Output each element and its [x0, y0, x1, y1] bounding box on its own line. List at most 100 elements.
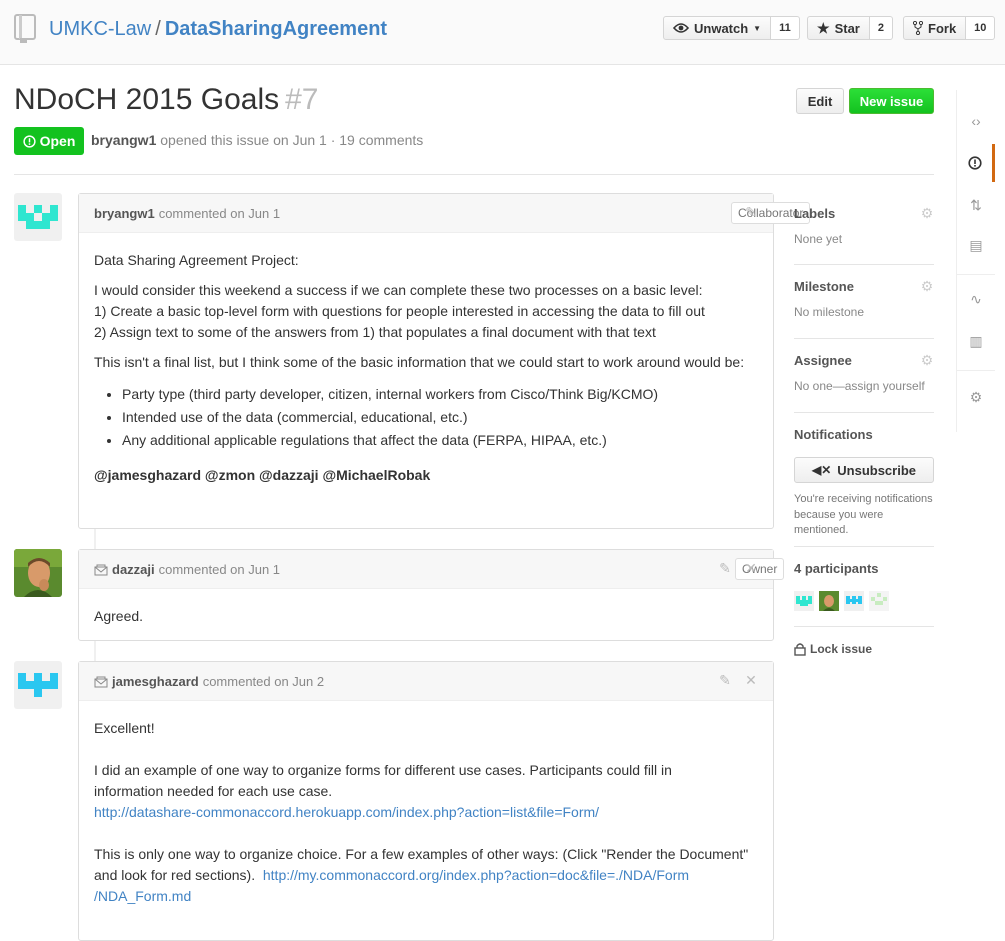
comment-author[interactable]: dazzaji — [112, 562, 155, 577]
comment-link[interactable]: /NDA_Form.md — [94, 888, 191, 904]
sidebar-labels: Labels ⚙ None yet — [794, 206, 934, 246]
sidebar-divider — [794, 546, 934, 547]
edit-button[interactable]: Edit — [796, 88, 844, 114]
unsubscribe-label: Unsubscribe — [837, 462, 917, 478]
comment-link[interactable]: http://datashare-commonaccord.herokuapp.… — [94, 804, 599, 820]
new-issue-button[interactable]: New issue — [849, 88, 934, 114]
identicon-icon — [14, 661, 62, 709]
star-label: Star — [834, 20, 860, 36]
watchers-count[interactable]: 11 — [771, 16, 800, 40]
forks-count[interactable]: 10 — [966, 16, 996, 40]
nav-divider — [957, 274, 995, 275]
labels-heading: Labels — [794, 206, 836, 221]
status-badge: Open — [14, 127, 84, 155]
comment-action[interactable]: commented on Jun 1 — [159, 562, 280, 577]
settings-icon[interactable]: ⚙ — [957, 378, 995, 416]
comment-byline: dazzaji commented on Jun 1 — [94, 562, 280, 577]
repo-separator: / — [155, 18, 161, 40]
unsubscribe-button[interactable]: ◀✕ Unsubscribe — [794, 457, 934, 483]
issue-opened-icon — [22, 134, 36, 148]
pencil-icon[interactable]: ✎ — [717, 672, 733, 688]
notifications-note: You're receiving notifications because y… — [794, 493, 933, 536]
star-group: ★ Star 2 — [807, 16, 893, 40]
comment-paragraph: Data Sharing Agreement Project: — [94, 252, 299, 268]
comment-byline: jamesghazard commented on Jun 2 — [94, 674, 324, 689]
avatar[interactable] — [14, 661, 62, 709]
comment-action[interactable]: commented on Jun 2 — [203, 674, 324, 689]
milestone-value: No milestone — [794, 305, 865, 319]
issue-number: #7 — [285, 83, 319, 116]
repo-title: UMKC-Law / DataSharingAgreement — [49, 16, 387, 42]
labels-value: None yet — [794, 232, 843, 246]
participants-heading: 4 participants — [794, 561, 879, 576]
pencil-icon[interactable]: ✎ — [743, 204, 759, 220]
issue-author[interactable]: bryangw1 — [91, 132, 156, 148]
gear-icon[interactable]: ⚙ — [920, 206, 934, 220]
comment-paragraph: 2) Assign text to some of the answers fr… — [94, 324, 656, 340]
assignee-value[interactable]: No one—assign yourself — [794, 379, 934, 393]
sidebar-notifications: Notifications ◀✕ Unsubscribe You're rece… — [794, 427, 934, 539]
comment-paragraph: Excellent! — [94, 720, 155, 736]
fork-button[interactable]: Fork — [903, 16, 967, 40]
avatar[interactable] — [818, 591, 839, 611]
repo-owner-link[interactable]: UMKC-Law — [49, 18, 151, 40]
participant-avatars — [794, 591, 934, 611]
notifications-heading: Notifications — [794, 427, 873, 442]
issue-title: NDoCH 2015 Goals #7 — [14, 82, 319, 118]
list-item: Intended use of the data (commercial, ed… — [122, 406, 758, 428]
nav-divider — [957, 370, 995, 371]
book-icon[interactable]: ▤ — [957, 226, 995, 264]
comment-paragraph: This is only one way to organize choice.… — [94, 846, 749, 862]
bullet-list: Party type (third party developer, citiz… — [94, 383, 758, 451]
pulse-icon[interactable]: ∿ — [957, 280, 995, 318]
comment-jamesghazard: jamesghazard commented on Jun 2 ✎ ✕ Exce… — [78, 661, 774, 941]
list-item: Party type (third party developer, citiz… — [122, 383, 758, 405]
unwatch-button[interactable]: Unwatch ▼ — [663, 16, 772, 40]
comment-paragraph: I would consider this weekend a success … — [94, 282, 703, 298]
comment-paragraph: 1) Create a basic top-level form with qu… — [94, 303, 705, 319]
sidebar-assignee: Assignee ⚙ No one—assign yourself — [794, 353, 934, 393]
comment-header: bryangw1 commented on Jun 1 Collaborator… — [79, 194, 811, 233]
avatar[interactable] — [868, 591, 889, 611]
close-icon[interactable]: ✕ — [743, 560, 759, 576]
comment-author[interactable]: jamesghazard — [112, 674, 199, 689]
unwatch-label: Unwatch — [694, 20, 749, 36]
star-button[interactable]: ★ Star — [807, 16, 870, 40]
comment-action[interactable]: commented on Jun 1 — [159, 206, 280, 221]
stars-count[interactable]: 2 — [869, 16, 893, 40]
comment-paragraph: This isn't a final list, but I think som… — [94, 354, 745, 370]
lock-icon — [794, 643, 806, 656]
identicon-icon — [14, 193, 62, 241]
issue-meta: bryangw1 opened this issue on Jun 1 · 19… — [91, 132, 423, 148]
lock-issue-link[interactable]: Lock issue — [794, 642, 934, 656]
graph-icon[interactable]: ▥ — [957, 322, 995, 360]
repo-name-link[interactable]: DataSharingAgreement — [165, 18, 387, 40]
mentions[interactable]: @jamesghazard @zmon @dazzaji @MichaelRob… — [94, 465, 758, 486]
lock-label: Lock issue — [810, 642, 873, 656]
comment-header: jamesghazard commented on Jun 2 ✎ ✕ — [79, 662, 773, 701]
issue-opened-icon[interactable] — [957, 144, 995, 182]
comment-byline: bryangw1 commented on Jun 1 — [94, 206, 280, 221]
close-icon[interactable]: ✕ — [743, 672, 759, 688]
avatar[interactable] — [843, 591, 864, 611]
comment-link[interactable]: http://my.commonaccord.org/index.php?act… — [263, 867, 689, 883]
avatar[interactable] — [14, 193, 62, 241]
mail-icon — [94, 564, 108, 575]
gear-icon[interactable]: ⚙ — [920, 279, 934, 293]
gear-icon[interactable]: ⚙ — [920, 353, 934, 367]
avatar[interactable] — [14, 549, 62, 597]
issue-title-text: NDoCH 2015 Goals — [14, 83, 280, 116]
sidebar-divider — [794, 626, 934, 627]
status-label: Open — [39, 133, 76, 149]
pencil-icon[interactable]: ✎ — [717, 560, 733, 576]
sidebar-divider — [794, 412, 934, 413]
comment-paragraph: and look for red sections). — [94, 867, 256, 883]
comment-author[interactable]: bryangw1 — [94, 206, 155, 221]
code-icon[interactable]: ‹› — [957, 102, 995, 140]
sidebar-divider — [794, 338, 934, 339]
pull-request-icon[interactable]: ⇅ — [957, 186, 995, 224]
list-item: Any additional applicable regulations th… — [122, 429, 758, 451]
avatar[interactable] — [794, 591, 814, 611]
fork-group: Fork 10 — [903, 16, 996, 40]
comment-paragraph: I did an example of one way to organize … — [94, 762, 672, 778]
